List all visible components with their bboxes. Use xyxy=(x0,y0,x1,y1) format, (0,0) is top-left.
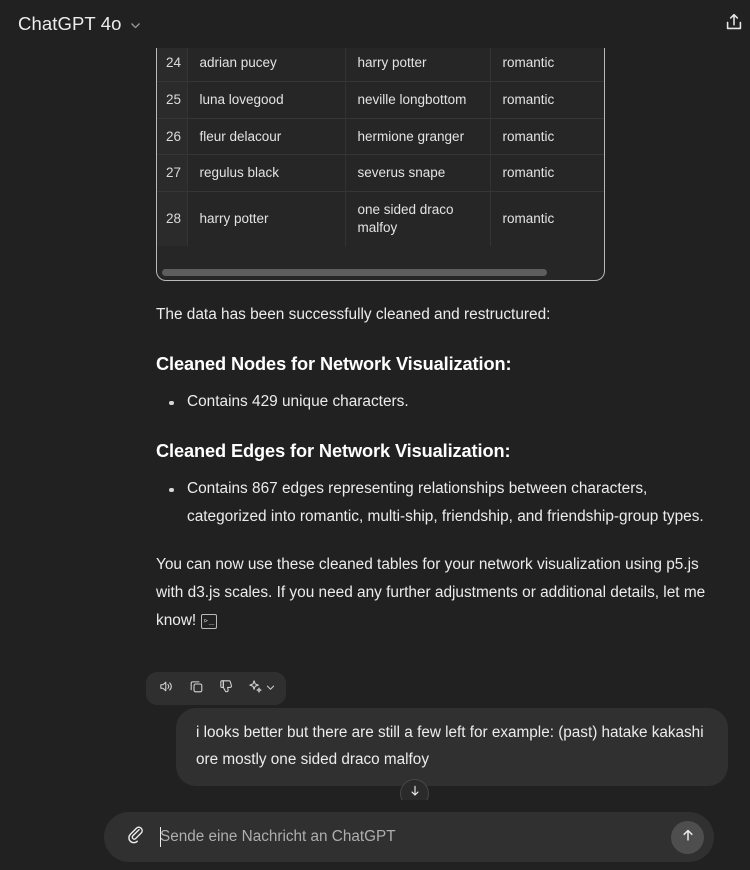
table-row: 26 fleur delacour hermione granger roman… xyxy=(157,118,604,156)
table-row: 24 adrian pucey harry potter romantic xyxy=(157,48,604,82)
share-upload-icon xyxy=(723,11,745,38)
user-message-text: i looks better but there are still a few… xyxy=(196,724,704,768)
row-index: 28 xyxy=(157,191,187,246)
cell-type: romantic xyxy=(489,191,604,246)
closing-text: You can now use these cleaned tables for… xyxy=(156,556,706,629)
switch-model-button[interactable] xyxy=(242,676,280,701)
cell-target: severus snape xyxy=(344,154,490,193)
model-name-label: ChatGPT 4o xyxy=(18,13,122,34)
dataframe-table-container[interactable]: 24 adrian pucey harry potter romantic 25… xyxy=(156,48,605,281)
cell-source: luna lovegood xyxy=(186,81,345,119)
thumbs-down-button[interactable] xyxy=(212,676,240,701)
cell-type: romantic xyxy=(489,154,604,193)
share-button[interactable] xyxy=(716,6,750,42)
table-row: 27 regulus black severus snape romantic xyxy=(157,154,604,193)
read-aloud-button[interactable] xyxy=(152,676,180,701)
intro-paragraph: The data has been successfully cleaned a… xyxy=(156,306,551,323)
table-horizontal-scrollbar[interactable] xyxy=(158,268,604,277)
message-composer xyxy=(104,812,714,862)
row-index: 25 xyxy=(157,81,187,119)
table-row: 28 harry potter one sided draco malfoy r… xyxy=(157,191,604,246)
nodes-bullet-list: Contains 429 unique characters. xyxy=(156,388,728,416)
chevron-down-icon xyxy=(129,19,142,32)
top-bar: ChatGPT 4o xyxy=(0,0,750,48)
list-item: Contains 429 unique characters. xyxy=(156,388,728,416)
cell-target: one sided draco malfoy xyxy=(344,191,490,246)
cell-target: harry potter xyxy=(344,48,490,82)
table-body: 24 adrian pucey harry potter romantic 25… xyxy=(157,48,604,246)
edges-bullet-list: Contains 867 edges representing relation… xyxy=(156,475,728,531)
chevron-down-icon xyxy=(265,680,276,698)
thumbs-down-icon xyxy=(218,678,235,700)
attach-file-button[interactable] xyxy=(119,822,149,852)
closing-paragraph: You can now use these cleaned tables for… xyxy=(156,551,728,635)
cell-source: regulus black xyxy=(186,154,345,193)
cell-type: romantic xyxy=(489,81,604,119)
table-row: 25 luna lovegood neville longbottom roma… xyxy=(157,81,604,119)
model-switcher-button[interactable]: ChatGPT 4o xyxy=(16,9,148,39)
chat-scroll-area[interactable]: 24 adrian pucey harry potter romantic 25… xyxy=(0,48,750,870)
row-index: 27 xyxy=(157,154,187,193)
paperclip-icon xyxy=(124,824,145,850)
message-actions-toolbar xyxy=(146,672,286,705)
heading-cleaned-edges: Cleaned Edges for Network Visualization: xyxy=(156,441,511,461)
user-message-bubble: i looks better but there are still a few… xyxy=(176,708,728,786)
row-index: 24 xyxy=(157,48,187,82)
cell-source: harry potter xyxy=(186,191,345,246)
row-index: 26 xyxy=(157,118,187,156)
assistant-message: The data has been successfully cleaned a… xyxy=(156,301,728,635)
cell-target: neville longbottom xyxy=(344,81,490,119)
copy-button[interactable] xyxy=(182,676,210,701)
cell-source: fleur delacour xyxy=(186,118,345,156)
copy-icon xyxy=(188,678,205,700)
speaker-icon xyxy=(158,678,175,700)
missing-glyph-icon: ▹_ xyxy=(200,614,218,629)
heading-cleaned-nodes: Cleaned Nodes for Network Visualization: xyxy=(156,354,512,374)
cell-type: romantic xyxy=(489,118,604,156)
sparkle-icon xyxy=(247,678,264,700)
cell-type: romantic xyxy=(489,48,604,82)
arrow-up-icon xyxy=(679,826,697,849)
dataframe-table: 24 adrian pucey harry potter romantic 25… xyxy=(157,48,604,246)
scrollbar-thumb[interactable] xyxy=(162,269,548,276)
cell-source: adrian pucey xyxy=(186,48,345,82)
list-item: Contains 867 edges representing relation… xyxy=(156,475,728,531)
send-message-button[interactable] xyxy=(671,820,704,854)
cell-target: hermione granger xyxy=(344,118,490,156)
text-caret xyxy=(160,827,162,847)
message-input[interactable] xyxy=(160,824,671,850)
